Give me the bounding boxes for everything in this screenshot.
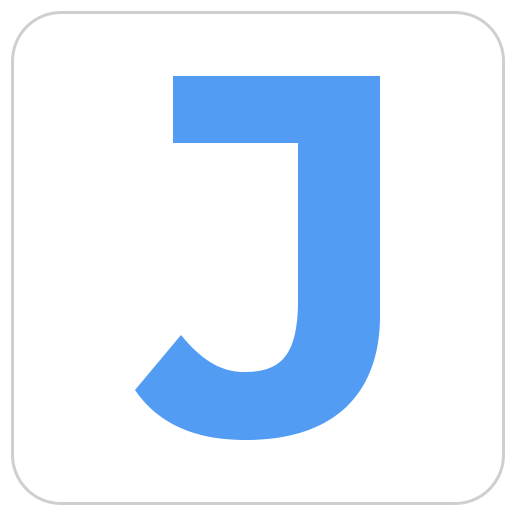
letter-j-glyph: [135, 76, 380, 440]
letter-j-logo: [135, 76, 380, 440]
